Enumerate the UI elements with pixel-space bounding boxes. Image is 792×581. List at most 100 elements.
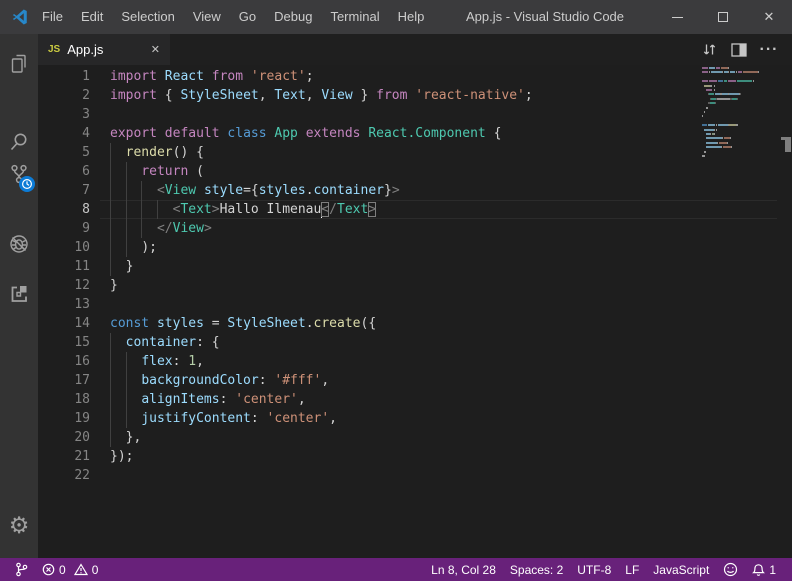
menu-terminal[interactable]: Terminal [321, 0, 388, 34]
menu-edit[interactable]: Edit [72, 0, 112, 34]
split-editor-icon[interactable] [724, 34, 754, 65]
tab-label: App.js [67, 42, 143, 57]
line-number-3[interactable]: 3 [38, 105, 90, 124]
code-line-21[interactable]: }); [110, 447, 702, 466]
tab-close-icon[interactable]: ✕ [143, 43, 160, 56]
code-line-15[interactable]: container: { [110, 333, 702, 352]
notifications-bell[interactable]: 1 [745, 558, 783, 581]
vscode-logo-icon [11, 8, 29, 26]
code-line-1[interactable]: import React from 'react'; [110, 67, 702, 86]
git-branch-indicator[interactable] [8, 558, 35, 581]
settings-gear-icon[interactable]: ⚙ [0, 504, 38, 548]
debug-icon[interactable] [0, 222, 38, 266]
line-number-19[interactable]: 19 [38, 409, 90, 428]
menu-bar: FileEditSelectionViewGoDebugTerminalHelp [33, 0, 433, 34]
code-line-14[interactable]: const styles = StyleSheet.create({ [110, 314, 702, 333]
javascript-file-icon: JS [48, 44, 60, 55]
code-line-3[interactable] [110, 105, 702, 124]
code-line-4[interactable]: export default class App extends React.C… [110, 124, 702, 143]
menu-selection[interactable]: Selection [112, 0, 183, 34]
code-line-20[interactable]: }, [110, 428, 702, 447]
explorer-icon[interactable] [0, 42, 38, 86]
menu-file[interactable]: File [33, 0, 72, 34]
editor-actions: ··· [694, 34, 784, 65]
maximize-icon [718, 12, 728, 22]
cursor-position[interactable]: Ln 8, Col 28 [424, 558, 503, 581]
code-line-19[interactable]: justifyContent: 'center', [110, 409, 702, 428]
notification-count: 1 [769, 563, 776, 577]
line-number-21[interactable]: 21 [38, 447, 90, 466]
line-number-22[interactable]: 22 [38, 466, 90, 485]
language-mode[interactable]: JavaScript [646, 558, 716, 581]
encoding-indicator[interactable]: UTF-8 [570, 558, 618, 581]
minimap-line [702, 151, 706, 153]
line-number-11[interactable]: 11 [38, 257, 90, 276]
minimap-line [702, 129, 717, 131]
line-number-14[interactable]: 14 [38, 314, 90, 333]
line-number-5[interactable]: 5 [38, 143, 90, 162]
code-editor[interactable]: 12345678910111213141516171819202122 impo… [38, 65, 792, 558]
minimize-button[interactable] [654, 0, 700, 34]
overview-ruler-handle [785, 140, 791, 152]
title-bar: FileEditSelectionViewGoDebugTerminalHelp… [0, 0, 792, 34]
line-number-13[interactable]: 13 [38, 295, 90, 314]
line-number-4[interactable]: 4 [38, 124, 90, 143]
minimap-line [702, 142, 728, 144]
vertical-scrollbar[interactable] [778, 65, 792, 558]
minimap-line [702, 67, 729, 69]
line-number-1[interactable]: 1 [38, 67, 90, 86]
line-number-8[interactable]: 8 [38, 200, 90, 219]
minimize-icon [672, 17, 683, 18]
close-button[interactable]: ✕ [746, 0, 792, 34]
close-icon: ✕ [764, 9, 775, 25]
code-line-16[interactable]: flex: 1, [110, 352, 702, 371]
code-line-17[interactable]: backgroundColor: '#fff', [110, 371, 702, 390]
line-number-2[interactable]: 2 [38, 86, 90, 105]
line-number-16[interactable]: 16 [38, 352, 90, 371]
code-line-12[interactable]: } [110, 276, 702, 295]
vscode-window: FileEditSelectionViewGoDebugTerminalHelp… [0, 0, 792, 581]
code-line-9[interactable]: </View> [110, 219, 702, 238]
more-actions-icon[interactable]: ··· [754, 34, 784, 65]
code-line-11[interactable]: } [110, 257, 702, 276]
line-number-15[interactable]: 15 [38, 333, 90, 352]
problems-indicator[interactable]: 0 0 [35, 558, 105, 581]
line-number-12[interactable]: 12 [38, 276, 90, 295]
eol-indicator[interactable]: LF [618, 558, 646, 581]
line-number-17[interactable]: 17 [38, 371, 90, 390]
code-line-8[interactable]: <Text>Hallo Ilmenau</Text> [110, 200, 702, 219]
code-line-7[interactable]: <View style={styles.container}> [110, 181, 702, 200]
menu-go[interactable]: Go [230, 0, 265, 34]
open-changes-icon[interactable] [694, 34, 724, 65]
minimap-line [702, 85, 715, 87]
window-title: App.js - Visual Studio Code [466, 0, 624, 34]
menu-view[interactable]: View [184, 0, 230, 34]
tab-appjs[interactable]: JS App.js ✕ [38, 34, 170, 65]
extensions-icon[interactable] [0, 272, 38, 316]
code-line-2[interactable]: import { StyleSheet, Text, View } from '… [110, 86, 702, 105]
code-line-10[interactable]: ); [110, 238, 702, 257]
minimap-line [702, 102, 716, 104]
activity-bar: ⚙ [0, 34, 38, 558]
menu-debug[interactable]: Debug [265, 0, 321, 34]
indentation-indicator[interactable]: Spaces: 2 [503, 558, 570, 581]
code-line-18[interactable]: alignItems: 'center', [110, 390, 702, 409]
line-number-7[interactable]: 7 [38, 181, 90, 200]
minimap-line [702, 137, 731, 139]
source-control-icon[interactable] [0, 152, 38, 196]
source-control-sync-badge [19, 176, 35, 192]
minimap[interactable] [700, 67, 778, 187]
minimap-line [702, 71, 759, 73]
line-number-9[interactable]: 9 [38, 219, 90, 238]
code-line-5[interactable]: render() { [110, 143, 702, 162]
line-number-6[interactable]: 6 [38, 162, 90, 181]
feedback-smiley-icon[interactable] [716, 558, 745, 581]
code-line-13[interactable] [110, 295, 702, 314]
line-number-10[interactable]: 10 [38, 238, 90, 257]
code-line-22[interactable] [110, 466, 702, 485]
code-line-6[interactable]: return ( [110, 162, 702, 181]
menu-help[interactable]: Help [389, 0, 434, 34]
maximize-button[interactable] [700, 0, 746, 34]
line-number-20[interactable]: 20 [38, 428, 90, 447]
line-number-18[interactable]: 18 [38, 390, 90, 409]
